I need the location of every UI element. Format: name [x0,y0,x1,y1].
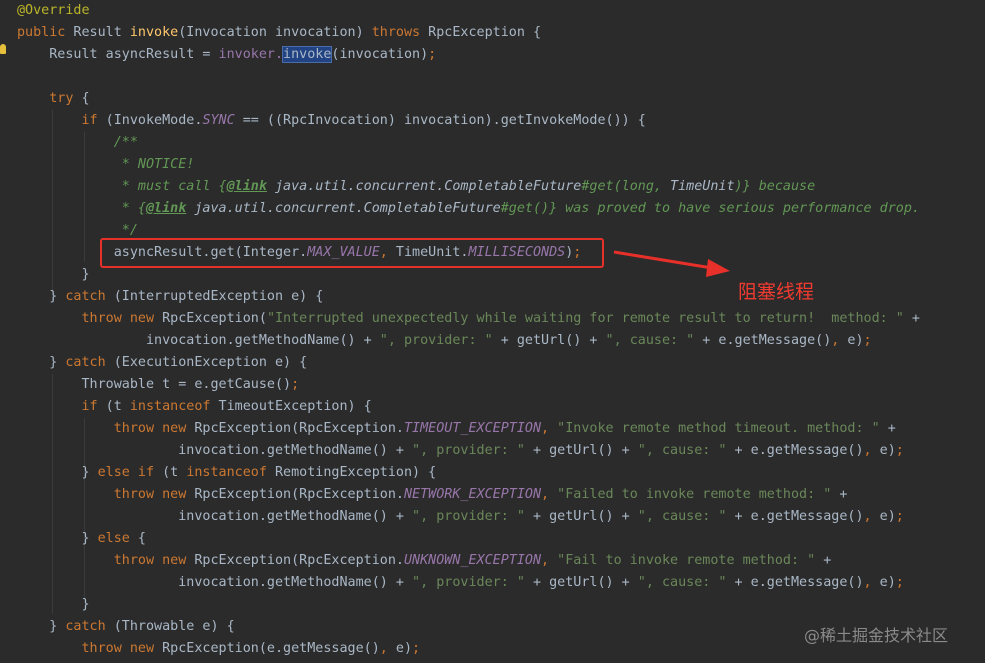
code-line-5: try { [49,91,90,106]
code-line-25: } else { [17,531,146,546]
code-line-17: } catch (ExecutionException e) { [17,355,308,370]
selected-word: invoke [282,46,333,63]
lightbulb-icon[interactable] [0,44,6,54]
code-line-30: throw new RpcException(e.getMessage(), e… [81,641,421,656]
code-line-10: * {@link java.util.concurrent.Completabl… [17,201,920,216]
code-line-14: } catch (InterruptedException e) { [17,289,324,304]
code-line-27: invocation.getMethodName() + ", provider… [17,575,904,590]
code-line-20: throw new RpcException(RpcException.TIME… [113,421,896,436]
code-line-2: public Result invoke(Invocation invocati… [17,25,542,40]
code-line-26: throw new RpcException(RpcException.UNKN… [113,553,832,568]
code-line-3: Result asyncResult = invoker.invoke(invo… [17,46,437,63]
code-line-28: } [17,597,90,612]
code-editor[interactable]: @Override public Result invoke(Invocatio… [0,0,985,663]
callout-label: 阻塞线程 [738,281,815,303]
code-line-24: invocation.getMethodName() + ", provider… [17,509,904,524]
code-line-7: /** [17,135,138,150]
code-line-22: } else if (t instanceof RemotingExceptio… [17,465,437,480]
code-line-29: } catch (Throwable e) { [17,619,235,634]
code-line-23: throw new RpcException(RpcException.NETW… [113,487,848,502]
code-line-15: throw new RpcException("Interrupted unex… [81,311,920,326]
code-line-6: if (InvokeMode.SYNC == ((RpcInvocation) … [81,113,646,128]
watermark: @稀土掘金技术社区 [804,626,949,645]
code-line-19: if (t instanceof TimeoutException) { [81,399,372,414]
highlight-box [100,238,604,268]
code-line-18: Throwable t = e.getCause(); [17,377,300,392]
code-line-9: * must call {@link java.util.concurrent.… [17,179,816,194]
code-line-1: @Override [17,3,90,18]
code-line-16: invocation.getMethodName() + ", provider… [17,333,872,348]
code-line-21: invocation.getMethodName() + ", provider… [17,443,904,458]
code-line-13: } [17,267,90,282]
code-line-8: * NOTICE! [17,157,195,172]
